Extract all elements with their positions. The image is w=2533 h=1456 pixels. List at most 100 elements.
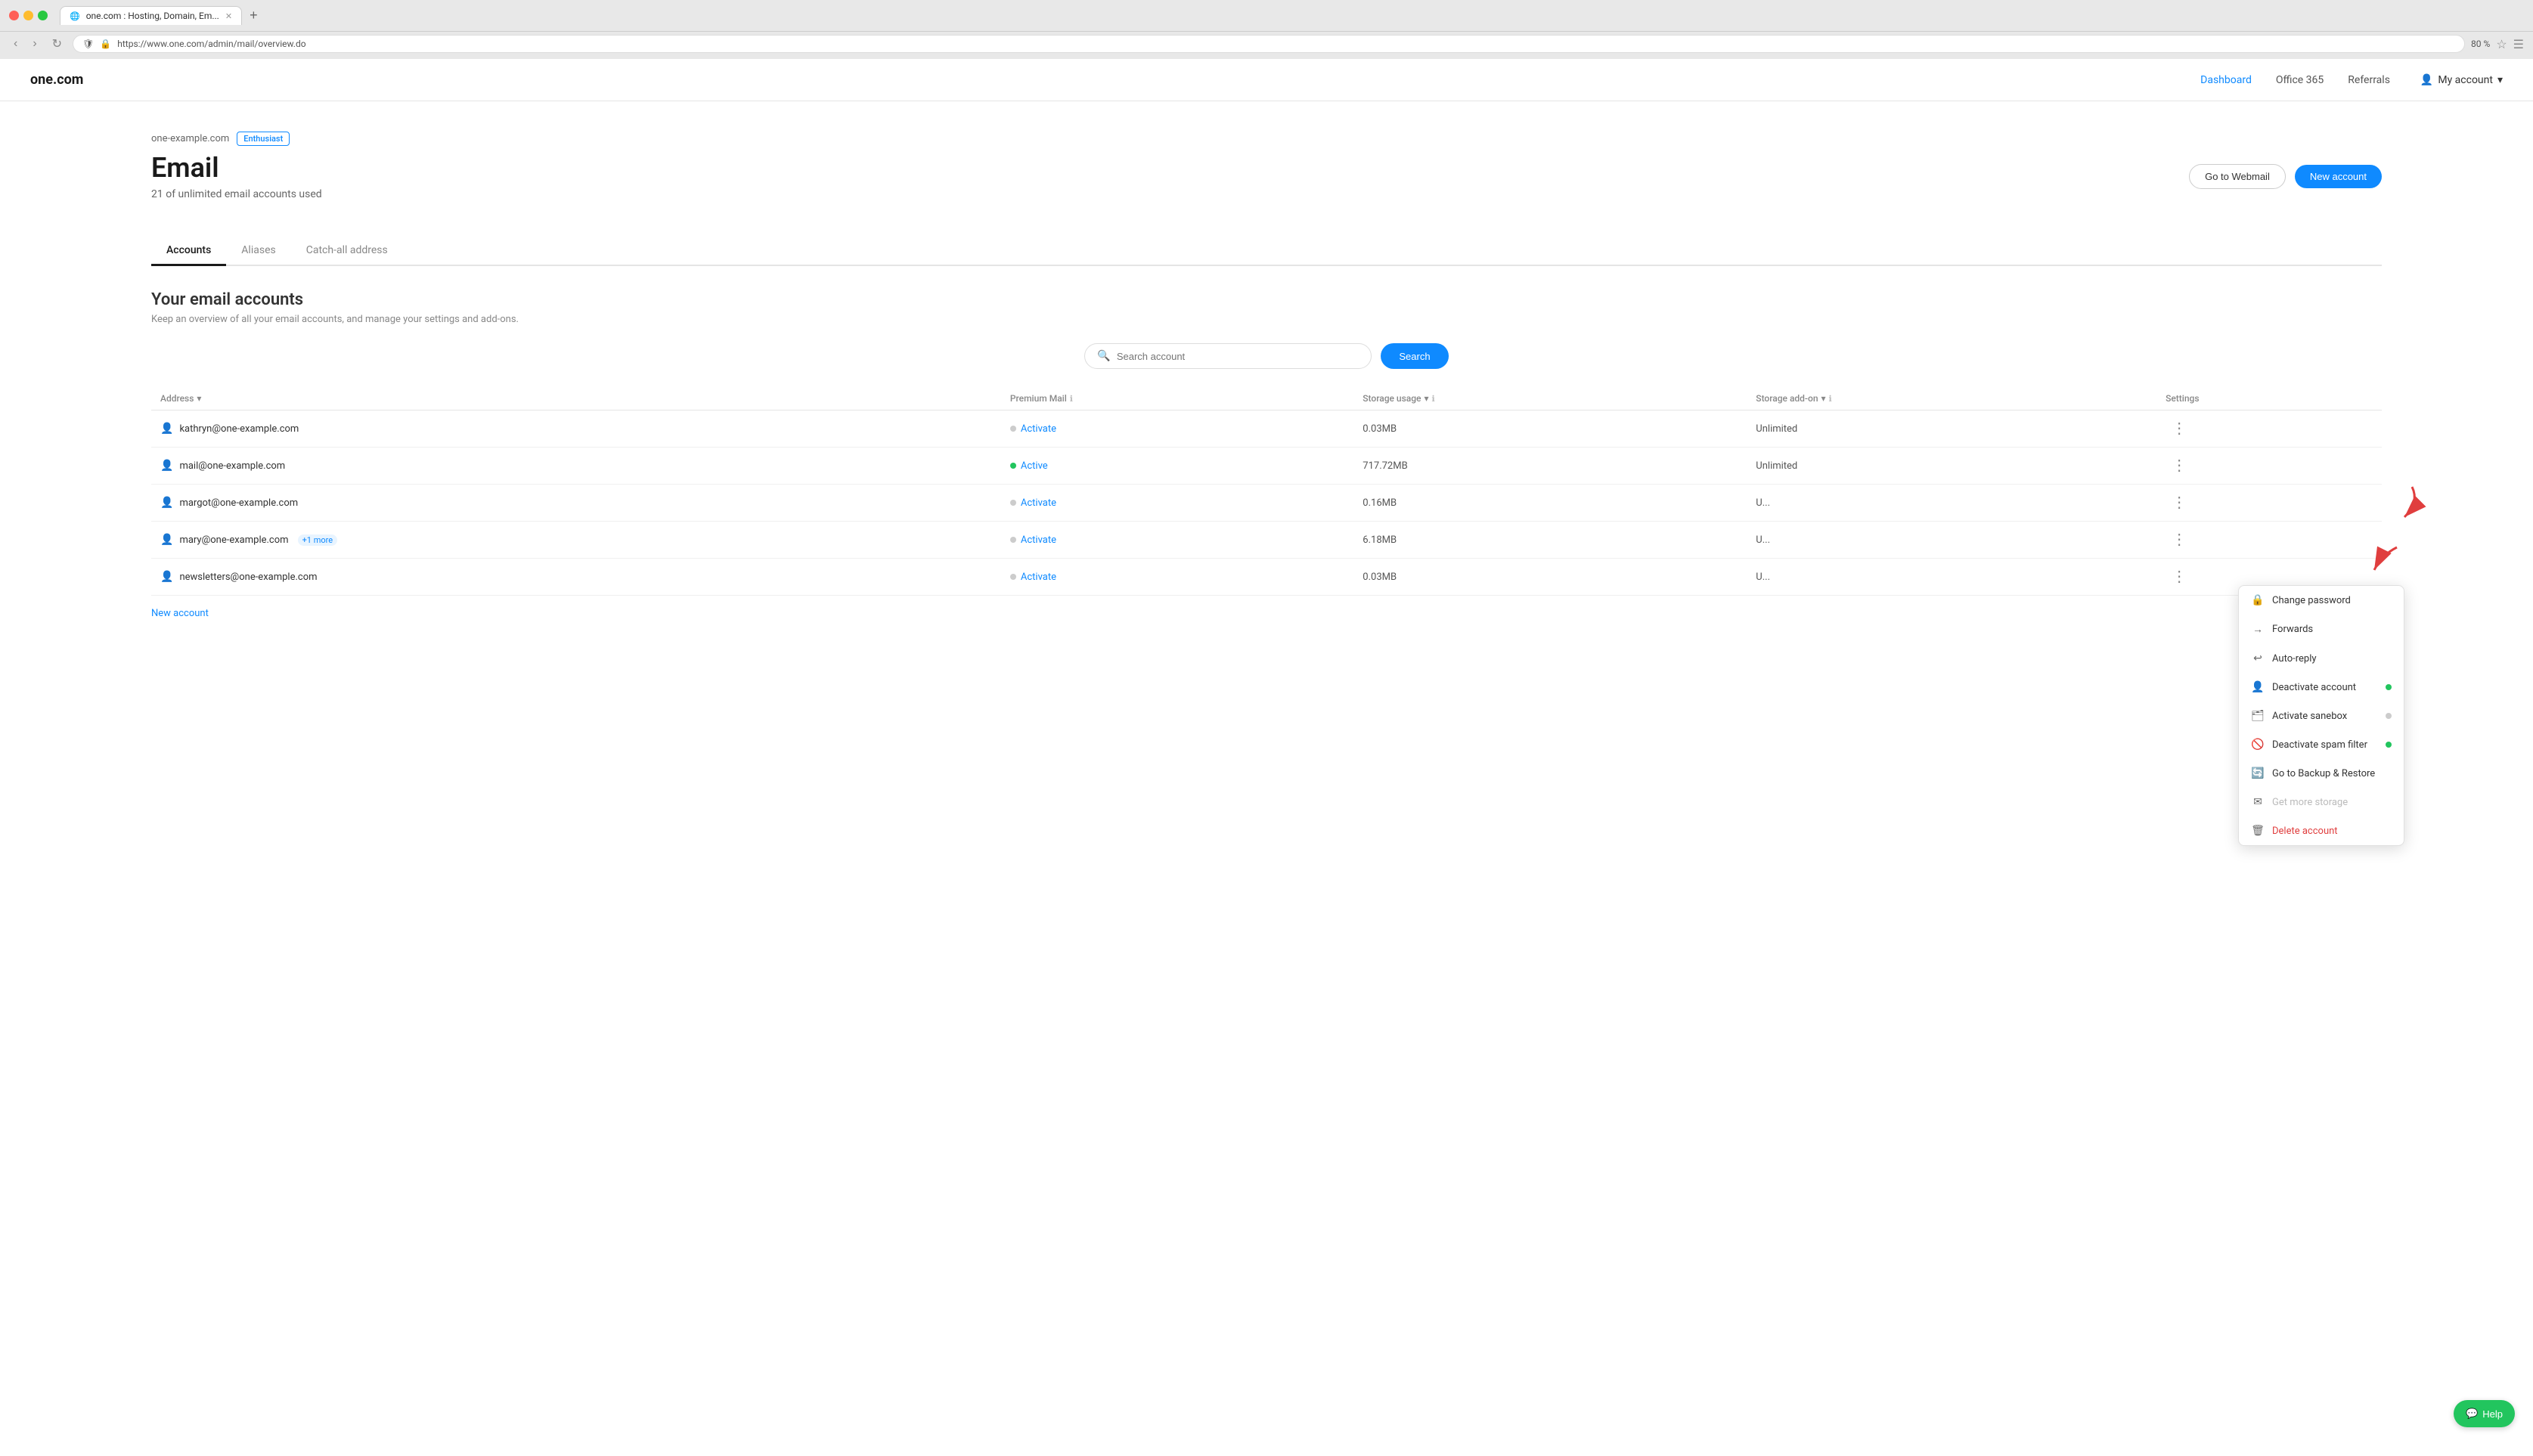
addon-value: U... [1756,497,1770,509]
user-icon: 👤 [160,534,173,546]
storage-value: 0.03MB [1363,423,1397,435]
menu-item-get-storage: ✉ Get more storage [2239,788,2404,816]
nav-links: Dashboard Office 365 Referrals [2200,74,2390,86]
menu-item-auto-reply[interactable]: ↩ Auto-reply [2239,644,2404,673]
premium-status[interactable]: Activate [1010,534,1344,546]
row-menu-button-active[interactable]: ⋮ [2166,458,2193,473]
search-input-wrap: 🔍 [1084,343,1372,369]
address-bar[interactable]: 🛡 🔒 https://www.one.com/admin/mail/overv… [73,35,2465,53]
new-tab-button[interactable]: + [245,8,262,23]
chevron-down-icon: ▾ [2497,74,2503,86]
forward-button[interactable]: › [28,36,41,52]
menu-item-activate-sanebox[interactable]: 🗂 Activate sanebox [2239,702,2404,730]
status-indicator-gray [2386,713,2392,719]
more-badge: +1 more [298,534,338,546]
plan-badge: Enthusiast [237,132,290,146]
reply-icon: ↩ [2251,652,2265,664]
menu-item-deactivate-account[interactable]: 👤 Deactivate account [2239,673,2404,702]
status-indicator-green [2386,684,2392,690]
my-account-button[interactable]: 👤 My account ▾ [2420,74,2503,86]
email-address-cell: 👤 kathryn@one-example.com [160,423,992,435]
page-subtitle: 21 of unlimited email accounts used [151,188,322,200]
row-menu-button[interactable]: ⋮ [2166,532,2193,547]
row-menu-button[interactable]: ⋮ [2166,421,2193,436]
menu-item-deactivate-spam[interactable]: 🚫 Deactivate spam filter [2239,730,2404,759]
table-row: 👤 newsletters@one-example.com Activate 0… [151,559,2382,596]
help-button[interactable]: 💬 Help [2454,1400,2515,1427]
sanebox-icon: 🗂 [2251,710,2265,722]
browser-tab[interactable]: 🌐 one.com : Hosting, Domain, Em... ✕ [60,6,242,25]
bookmark-icon[interactable]: ☆ [2496,37,2507,51]
search-icon: 🔍 [1097,350,1110,362]
search-button[interactable]: Search [1381,343,1448,369]
tab-aliases[interactable]: Aliases [226,237,290,266]
new-account-link[interactable]: New account [151,608,209,619]
menu-item-delete-account[interactable]: 🗑 Delete account [2239,816,2404,845]
reload-button[interactable]: ↻ [48,35,67,53]
go-to-webmail-button[interactable]: Go to Webmail [2189,164,2286,189]
col-header-settings: Settings [2156,387,2382,410]
addon-value: Unlimited [1756,460,1797,472]
premium-status[interactable]: Activate [1010,572,1344,583]
storage-value: 6.18MB [1363,534,1397,546]
addon-value: U... [1756,572,1770,583]
tabs: Accounts Aliases Catch-all address [151,237,2382,266]
premium-status[interactable]: Activate [1010,497,1344,509]
page-content: one-example.com Enthusiast Email 21 of u… [0,101,2533,1456]
email-addr-text: kathryn@one-example.com [179,423,299,435]
status-dot [1010,500,1016,506]
menu-item-forwards[interactable]: → Forwards [2239,615,2404,644]
row-menu-button[interactable]: ⋮ [2166,569,2193,584]
back-button[interactable]: ‹ [9,36,22,52]
storage-value: 0.03MB [1363,572,1397,583]
storage-value: 0.16MB [1363,497,1397,509]
fullscreen-dot[interactable] [38,11,48,20]
search-input[interactable] [1117,351,1360,362]
premium-status[interactable]: Active [1010,460,1344,472]
section-title: Your email accounts [151,290,2382,309]
premium-status[interactable]: Activate [1010,423,1344,435]
col-header-address: Address ▾ [151,387,1001,410]
col-header-addon: Storage add-on ▾ ℹ [1747,387,2156,410]
forward-icon: → [2251,623,2265,636]
sort-icon[interactable]: ▾ [197,393,201,404]
tab-bar: 🌐 one.com : Hosting, Domain, Em... ✕ + [60,6,262,25]
status-dot [1010,537,1016,543]
logo[interactable]: one.com [30,72,83,88]
user-icon: 👤 [160,460,173,472]
status-indicator-green2 [2386,742,2392,748]
tab-title: one.com : Hosting, Domain, Em... [86,11,219,21]
tab-catchall[interactable]: Catch-all address [291,237,403,266]
email-address-cell: 👤 mary@one-example.com +1 more [160,534,992,546]
menu-item-change-password[interactable]: 🔒 Change password [2239,586,2404,615]
addon-value: Unlimited [1756,423,1797,435]
context-menu: 🔒 Change password → Forwards ↩ Auto-repl… [2238,585,2404,846]
tab-close-button[interactable]: ✕ [225,11,232,21]
my-account-label: My account [2438,74,2493,86]
menu-item-backup-restore[interactable]: 🔄 Go to Backup & Restore [2239,759,2404,788]
close-dot[interactable] [9,11,19,20]
page-title: Email [151,152,322,184]
search-row: 🔍 Search [151,343,2382,369]
new-account-button[interactable]: New account [2295,165,2382,188]
nav-link-referrals[interactable]: Referrals [2348,74,2390,86]
lock-icon: 🔒 [2251,594,2265,606]
sort-icon-storage[interactable]: ▾ [1424,393,1428,404]
menu-icon[interactable]: ☰ [2513,37,2524,51]
tab-accounts[interactable]: Accounts [151,237,226,266]
status-dot [1010,574,1016,580]
domain-line: one-example.com Enthusiast [151,132,2382,146]
nav-link-dashboard[interactable]: Dashboard [2200,74,2252,86]
spam-icon: 🚫 [2251,739,2265,751]
sort-icon-addon[interactable]: ▾ [1821,393,1826,404]
section-desc: Keep an overview of all your email accou… [151,314,2382,325]
minimize-dot[interactable] [23,11,33,20]
nav-link-office365[interactable]: Office 365 [2276,74,2324,86]
row-menu-button[interactable]: ⋮ [2166,495,2193,510]
user-icon: 👤 [160,423,173,435]
table-row: 👤 kathryn@one-example.com Activate 0.03M… [151,410,2382,448]
email-addr-text: mary@one-example.com [179,534,288,546]
storage-value: 717.72MB [1363,460,1407,472]
backup-icon: 🔄 [2251,767,2265,779]
delete-icon: 🗑 [2251,825,2265,837]
